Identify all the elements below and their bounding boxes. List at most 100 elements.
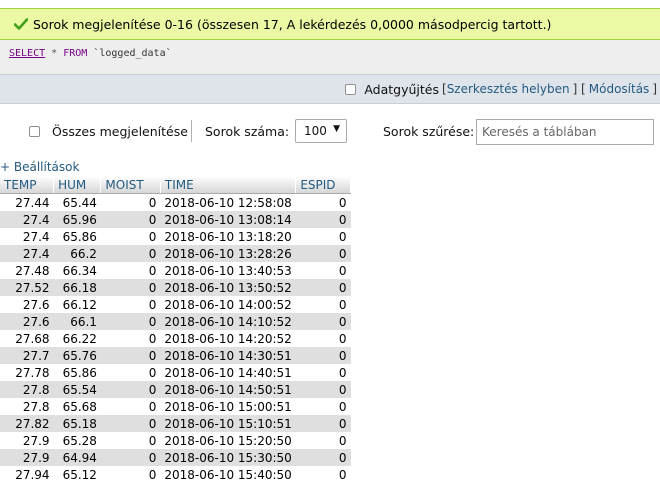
cell-time: 2018-06-10 14:10:52: [160, 313, 296, 330]
cell-time: 2018-06-10 13:18:20: [160, 228, 296, 245]
cell-hum: 65.44: [53, 193, 101, 211]
filter-input[interactable]: [476, 119, 654, 145]
caret-down-icon: ▼: [333, 124, 340, 134]
cell-hum: 65.28: [53, 432, 101, 449]
column-header-temp[interactable]: TEMP: [0, 176, 55, 194]
cell-hum: 66.12: [53, 296, 101, 313]
cell-temp: 27.94: [0, 466, 54, 483]
cell-time: 2018-06-10 15:00:51: [160, 398, 296, 415]
sql-from-keyword: FROM: [63, 48, 88, 59]
cell-time: 2018-06-10 13:50:52: [160, 279, 296, 296]
table-row[interactable]: 27.4 65.96 0 2018-06-10 13:08:14 0: [0, 211, 351, 228]
success-message-text: Sorok megjelenítése 0-16 (összesen 17, A…: [33, 16, 552, 32]
row-count-select[interactable]: 100 ▼: [295, 119, 347, 143]
cell-hum: 65.76: [53, 347, 101, 364]
cell-temp: 27.8: [0, 381, 54, 398]
row-count-label: Sorok száma:: [205, 124, 290, 139]
cell-hum: 65.96: [53, 211, 101, 228]
bracket-mid: ] [: [572, 82, 586, 96]
cell-moist: 0: [100, 262, 161, 279]
cell-moist: 0: [100, 364, 161, 381]
cell-temp: 27.4: [0, 245, 54, 262]
table-row[interactable]: 27.68 66.22 0 2018-06-10 14:20:52 0: [0, 330, 351, 347]
cell-moist: 0: [100, 449, 161, 466]
cell-hum: 65.68: [53, 398, 101, 415]
divider: [191, 120, 192, 142]
data-table: TEMP HUM MOIST TIME ESPID 27.44 65.44 0 201…: [0, 176, 351, 483]
cell-moist: 0: [100, 279, 161, 296]
table-row[interactable]: 27.8 65.54 0 2018-06-10 14:50:51 0: [0, 381, 351, 398]
cell-time: 2018-06-10 15:20:50: [160, 432, 296, 449]
cell-time: 2018-06-10 14:20:52: [160, 330, 296, 347]
edit-inline-link[interactable]: Szerkesztés helyben: [447, 82, 570, 96]
cell-moist: 0: [100, 211, 161, 228]
cell-espid: 0: [295, 449, 351, 466]
cell-temp: 27.52: [0, 279, 54, 296]
sql-query-box: SELECT * FROM `logged_data`: [0, 40, 660, 74]
table-row[interactable]: 27.6 66.1 0 2018-06-10 14:10:52 0: [0, 313, 351, 330]
cell-temp: 27.9: [0, 449, 54, 466]
cell-moist: 0: [100, 193, 161, 211]
cell-temp: 27.78: [0, 364, 54, 381]
cell-hum: 66.18: [53, 279, 101, 296]
cell-hum: 66.1: [53, 313, 101, 330]
cell-moist: 0: [100, 347, 161, 364]
table-row[interactable]: 27.78 65.86 0 2018-06-10 14:40:51 0: [0, 364, 351, 381]
settings-link[interactable]: + Beállítások: [0, 160, 79, 174]
cell-temp: 27.6: [0, 313, 54, 330]
cell-time: 2018-06-10 13:28:26: [160, 245, 296, 262]
cell-time: 2018-06-10 14:00:52: [160, 296, 296, 313]
cell-temp: 27.4: [0, 228, 54, 245]
table-row[interactable]: 27.9 64.94 0 2018-06-10 15:30:50 0: [0, 449, 351, 466]
cell-temp: 27.4: [0, 211, 54, 228]
modify-link[interactable]: Módosítás: [589, 82, 650, 96]
column-header-hum[interactable]: HUM: [53, 176, 102, 194]
cell-hum: 65.12: [53, 466, 101, 483]
cell-hum: 65.54: [53, 381, 101, 398]
column-header-espid[interactable]: ESPID: [295, 176, 351, 194]
cell-time: 2018-06-10 14:30:51: [160, 347, 296, 364]
table-row[interactable]: 27.9 65.28 0 2018-06-10 15:20:50 0: [0, 432, 351, 449]
cell-hum: 66.2: [53, 245, 101, 262]
table-row[interactable]: 27.48 66.34 0 2018-06-10 13:40:53 0: [0, 262, 351, 279]
table-row[interactable]: 27.6 66.12 0 2018-06-10 14:00:52 0: [0, 296, 351, 313]
sql-select-keyword[interactable]: SELECT: [9, 48, 45, 59]
cell-temp: 27.48: [0, 262, 54, 279]
cell-espid: 0: [295, 193, 351, 211]
cell-time: 2018-06-10 13:40:53: [160, 262, 296, 279]
cell-hum: 65.86: [53, 228, 101, 245]
table-row[interactable]: 27.44 65.44 0 2018-06-10 12:58:08 0: [0, 193, 351, 211]
checkmark-icon: [14, 18, 28, 30]
table-row[interactable]: 27.7 65.76 0 2018-06-10 14:30:51 0: [0, 347, 351, 364]
table-row[interactable]: 27.4 65.86 0 2018-06-10 13:18:20 0: [0, 228, 351, 245]
cell-espid: 0: [295, 245, 351, 262]
column-header-moist[interactable]: MOIST: [100, 176, 161, 194]
success-message-bar: Sorok megjelenítése 0-16 (összesen 17, A…: [0, 8, 660, 40]
show-all-label: Összes megjelenítése: [52, 124, 188, 139]
sql-star: *: [51, 48, 58, 59]
cell-moist: 0: [100, 330, 161, 347]
show-all-checkbox[interactable]: [29, 126, 40, 137]
cell-temp: 27.68: [0, 330, 54, 347]
cell-moist: 0: [100, 228, 161, 245]
cell-hum: 65.86: [53, 364, 101, 381]
cell-moist: 0: [100, 398, 161, 415]
cell-hum: 66.34: [53, 262, 101, 279]
cell-espid: 0: [295, 364, 351, 381]
cell-espid: 0: [295, 279, 351, 296]
column-header-time[interactable]: TIME: [160, 176, 297, 194]
collect-checkbox[interactable]: [345, 83, 357, 95]
table-row[interactable]: 27.52 66.18 0 2018-06-10 13:50:52 0: [0, 279, 351, 296]
table-row[interactable]: 27.4 66.2 0 2018-06-10 13:28:26 0: [0, 245, 351, 262]
table-controls: Összes megjelenítése Sorok száma: 100 ▼ …: [0, 116, 660, 148]
cell-time: 2018-06-10 14:40:51: [160, 364, 296, 381]
table-row[interactable]: 27.94 65.12 0 2018-06-10 15:40:50 0: [0, 466, 351, 483]
cell-moist: 0: [100, 296, 161, 313]
table-row[interactable]: 27.82 65.18 0 2018-06-10 15:10:51 0: [0, 415, 351, 432]
table-row[interactable]: 27.8 65.68 0 2018-06-10 15:00:51 0: [0, 398, 351, 415]
cell-espid: 0: [295, 381, 351, 398]
cell-time: 2018-06-10 12:58:08: [160, 193, 296, 211]
table-body: 27.44 65.44 0 2018-06-10 12:58:08 0 27.4 65.96…: [0, 193, 351, 483]
cell-hum: 64.94: [53, 449, 101, 466]
cell-espid: 0: [295, 228, 351, 245]
